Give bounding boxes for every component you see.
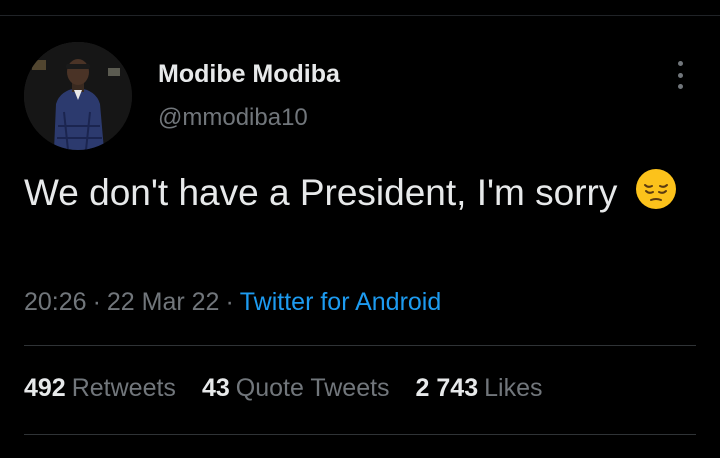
likes-count: 2 743 bbox=[415, 374, 479, 402]
quote-tweets-count: 43 bbox=[201, 374, 230, 402]
tweet-text: We don't have a President, I'm sorry bbox=[24, 164, 684, 221]
tweet-date[interactable]: 22 Mar 22 bbox=[107, 288, 220, 316]
more-dot bbox=[677, 84, 683, 89]
divider bbox=[24, 434, 696, 435]
author-display-name[interactable]: Modibe Modiba bbox=[158, 60, 340, 89]
quote-tweets-stat[interactable]: 43 Quote Tweets bbox=[202, 374, 390, 403]
author-handle[interactable]: @mmodiba10 bbox=[158, 104, 308, 132]
pensive-face-icon bbox=[635, 169, 676, 209]
meta-separator: · bbox=[225, 288, 234, 316]
meta-separator: · bbox=[92, 288, 101, 316]
tweet-text-content: We don't have a President, I'm sorry bbox=[24, 172, 618, 213]
likes-stat[interactable]: 2 743 Likes bbox=[416, 374, 543, 403]
avatar-photo bbox=[24, 42, 132, 150]
avatar[interactable] bbox=[24, 42, 132, 150]
tweet-time[interactable]: 20:26 bbox=[24, 288, 87, 316]
likes-label: Likes bbox=[484, 374, 543, 402]
tweet-stats: 492 Retweets 43 Quote Tweets 2 743 Likes bbox=[24, 374, 542, 403]
top-divider bbox=[0, 0, 720, 16]
quote-tweets-label: Quote Tweets bbox=[235, 374, 390, 402]
retweets-count: 492 bbox=[24, 374, 66, 402]
more-dot bbox=[677, 61, 683, 66]
more-dot bbox=[677, 72, 683, 78]
tweet-source-link[interactable]: Twitter for Android bbox=[240, 288, 441, 316]
retweets-stat[interactable]: 492 Retweets bbox=[24, 374, 176, 403]
divider bbox=[24, 345, 696, 346]
retweets-label: Retweets bbox=[71, 374, 176, 402]
more-icon[interactable] bbox=[668, 58, 692, 92]
tweet-meta: 20:26 · 22 Mar 22 · Twitter for Android bbox=[24, 288, 441, 317]
